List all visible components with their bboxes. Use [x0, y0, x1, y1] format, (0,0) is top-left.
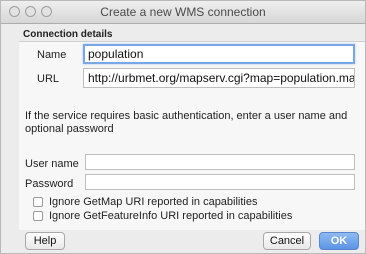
authentication-info-text: If the service requires basic authentica…	[25, 110, 348, 135]
url-label: URL	[37, 73, 60, 85]
help-button[interactable]: Help	[25, 232, 65, 250]
connection-details-label: Connection details	[23, 29, 113, 40]
wms-connection-dialog: Create a new WMS connection Connection d…	[0, 0, 366, 254]
title-bar: Create a new WMS connection	[1, 1, 365, 24]
cancel-button[interactable]: Cancel	[263, 232, 311, 250]
name-label: Name	[37, 49, 67, 61]
ignore-getfeatureinfo-checkbox[interactable]	[33, 211, 43, 221]
window-title: Create a new WMS connection	[100, 5, 266, 19]
ignore-getmap-checkbox[interactable]	[33, 197, 43, 207]
ok-button[interactable]: OK	[319, 232, 359, 250]
ignore-getmap-label: Ignore GetMap URI reported in capabiliti…	[49, 196, 258, 208]
name-field[interactable]: population	[83, 44, 355, 64]
username-field[interactable]	[85, 154, 355, 170]
password-field[interactable]	[85, 174, 355, 190]
password-label: Password	[25, 178, 74, 190]
url-field[interactable]: http://urbmet.org/mapserv.cgi?map=popula…	[83, 68, 355, 88]
ignore-getfeatureinfo-label: Ignore GetFeatureInfo URI reported in ca…	[49, 210, 293, 222]
username-label: User name	[25, 158, 79, 170]
